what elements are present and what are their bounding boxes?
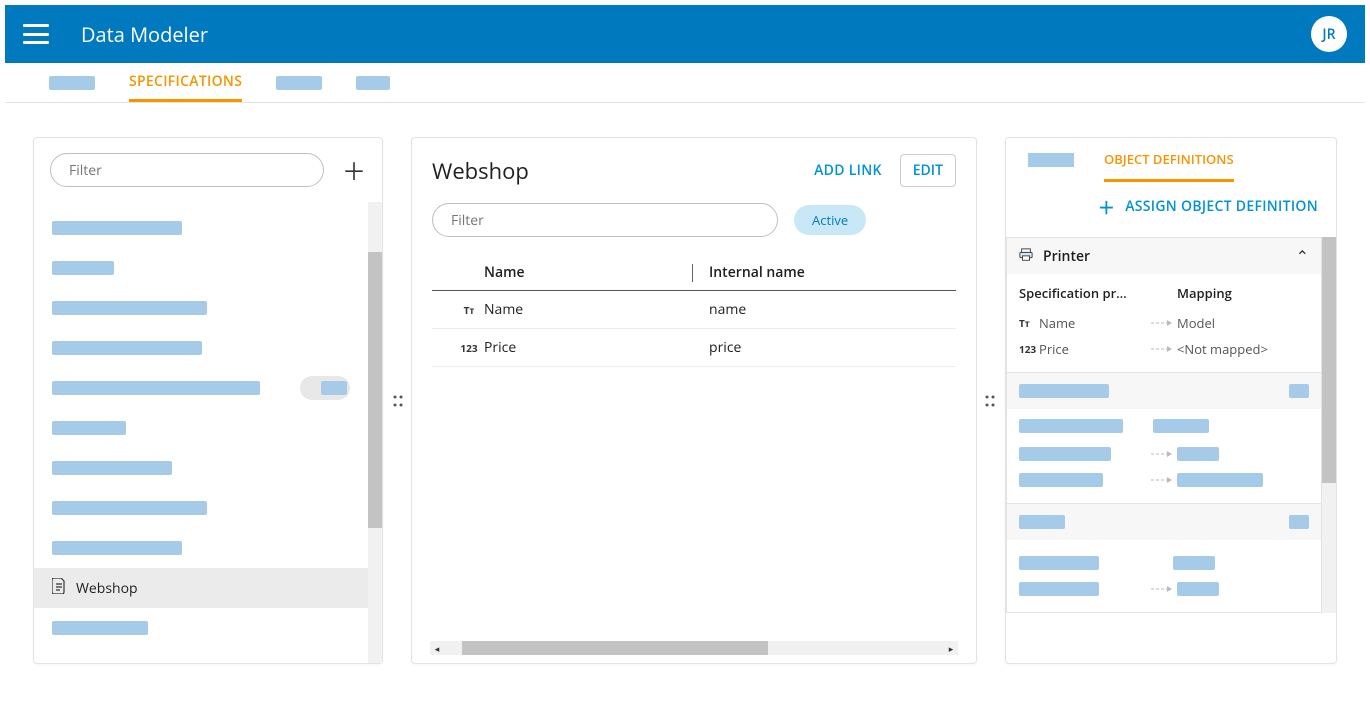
tab-object-definitions[interactable]: OBJECT DEFINITIONS [1104, 138, 1234, 182]
text-type-icon: Tᴛ [1019, 316, 1039, 330]
tab-placeholder-1[interactable] [49, 63, 95, 102]
od-card-header[interactable] [1007, 373, 1321, 409]
scroll-right-icon[interactable]: ▸ [944, 641, 958, 655]
col-mapping: Mapping [1177, 284, 1232, 302]
map-target: <Not mapped> [1177, 340, 1268, 358]
column-name: Name [432, 263, 692, 282]
chevron-up-icon: ⌃ [1296, 245, 1309, 267]
col-spec-property: Specification pr… [1019, 284, 1147, 302]
scrollbar[interactable] [1322, 237, 1336, 613]
plus-icon: ＋ [1098, 194, 1115, 219]
tab-placeholder-2[interactable] [276, 63, 322, 102]
file-icon [52, 578, 66, 599]
add-icon[interactable]: ＋ [342, 152, 366, 188]
spec-title: Webshop [432, 156, 529, 186]
spec-list[interactable]: Webshop [34, 202, 382, 663]
tab-placeholder-3[interactable] [356, 63, 390, 102]
mapping-row[interactable]: 123 Price <Not mapped> [1019, 336, 1309, 362]
spec-detail-panel: Webshop ADD LINK EDIT Active Name Intern… [411, 137, 977, 664]
row-name: Name [484, 300, 692, 319]
avatar[interactable]: JR [1311, 16, 1347, 52]
arrow-icon [1147, 344, 1177, 354]
filter-input[interactable] [50, 153, 324, 187]
table-row[interactable]: 123 Price price [432, 329, 956, 367]
scrollbar[interactable] [368, 202, 382, 663]
od-card-placeholder [1006, 504, 1322, 613]
number-type-icon: 123 [454, 341, 484, 355]
column-internal-name: Internal name [709, 263, 805, 282]
map-name: Name [1039, 314, 1147, 332]
printer-icon [1019, 245, 1033, 267]
mapping-row[interactable]: Tᴛ Name Model [1019, 310, 1309, 336]
tab-specifications[interactable]: SPECIFICATIONS [129, 63, 242, 102]
row-internal: price [709, 338, 741, 357]
row-internal: name [709, 300, 746, 319]
od-card-placeholder [1006, 373, 1322, 504]
row-name: Price [484, 338, 692, 357]
menu-icon[interactable] [23, 24, 49, 44]
drag-handle-icon[interactable] [390, 394, 406, 408]
text-type-icon: Tᴛ [454, 303, 484, 317]
list-item-webshop[interactable]: Webshop [34, 568, 368, 608]
map-name: Price [1039, 340, 1147, 358]
object-definition-list: Printer ⌃ Specification pr… Mapping Tᴛ N… [1006, 237, 1336, 613]
filter-input[interactable] [432, 203, 778, 237]
scroll-left-icon[interactable]: ◂ [430, 641, 444, 655]
table-row[interactable]: Tᴛ Name name [432, 291, 956, 329]
app-title: Data Modeler [81, 21, 208, 48]
specifications-panel: ＋ Webshop [33, 137, 383, 664]
assign-object-definition-button[interactable]: ＋ ASSIGN OBJECT DEFINITION [1006, 182, 1336, 237]
od-title: Printer [1043, 247, 1286, 266]
object-definitions-panel: OBJECT DEFINITIONS ＋ ASSIGN OBJECT DEFIN… [1005, 137, 1337, 664]
app-header: Data Modeler JR [5, 5, 1365, 63]
horizontal-scrollbar[interactable]: ◂ ▸ [430, 641, 958, 655]
list-item-label: Webshop [76, 579, 138, 598]
top-tabs: SPECIFICATIONS [5, 63, 1365, 103]
add-link-button[interactable]: ADD LINK [814, 161, 882, 180]
drag-handle-icon[interactable] [982, 394, 998, 408]
arrow-icon [1147, 318, 1177, 328]
map-target: Model [1177, 314, 1215, 332]
edit-button[interactable]: EDIT [900, 154, 956, 187]
od-card-header[interactable]: Printer ⌃ [1007, 238, 1321, 274]
od-card-printer: Printer ⌃ Specification pr… Mapping Tᴛ N… [1006, 237, 1322, 373]
properties-table: Name Internal name Tᴛ Name name 123 Pric… [412, 251, 976, 367]
right-tab-placeholder[interactable] [1028, 153, 1074, 167]
number-type-icon: 123 [1019, 342, 1039, 356]
od-card-header[interactable] [1007, 504, 1321, 540]
toggle[interactable] [300, 376, 350, 400]
status-badge[interactable]: Active [794, 205, 866, 235]
